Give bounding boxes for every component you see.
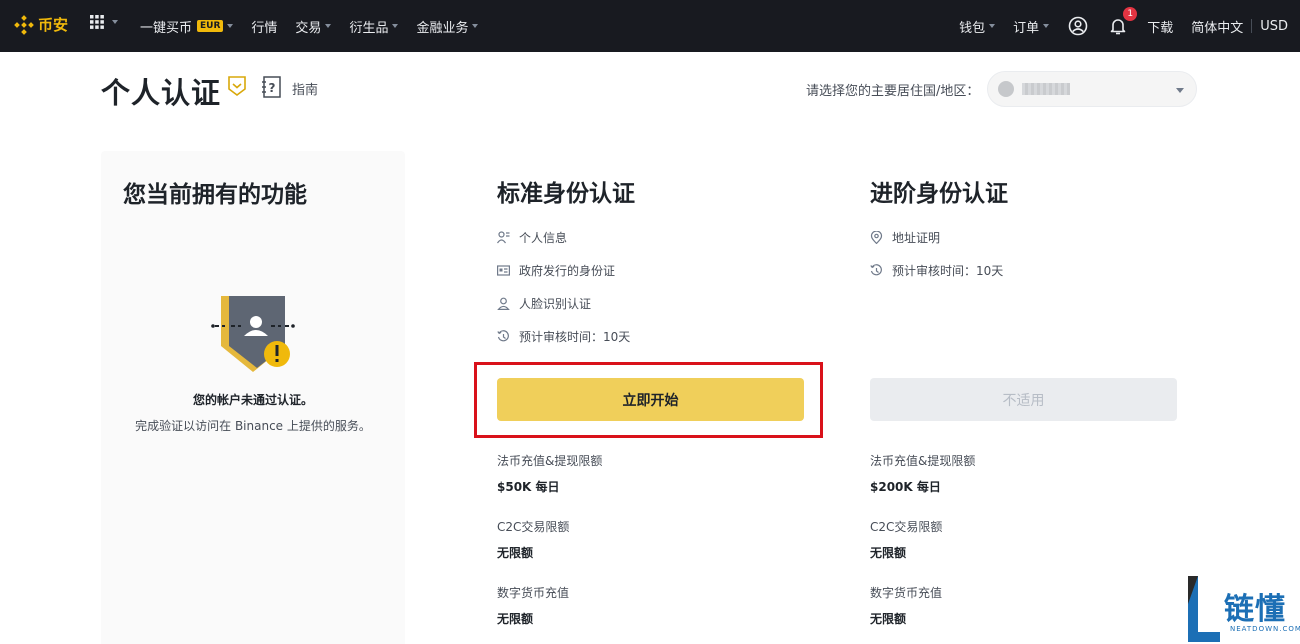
requirement-label: 人脸识别认证 [519, 297, 592, 311]
chevron-down-icon [227, 24, 234, 28]
unverified-shield-icon [211, 296, 295, 372]
country-flag-icon [998, 81, 1014, 97]
nav-item-label: 行情 [251, 20, 278, 36]
not-applicable-button: 不适用 [870, 378, 1177, 421]
limit-value: $50K 每日 [497, 480, 560, 494]
notification-count-badge: 1 [1123, 7, 1138, 21]
nav-wallet[interactable]: 钱包 [959, 17, 996, 36]
id-card-icon [497, 265, 510, 276]
verification-status-title: 您的帐户未通过认证。 [192, 393, 313, 407]
watermark-text: 链懂 [1224, 592, 1286, 627]
limit-label: C2C交易限额 [497, 520, 570, 534]
personal-info-icon [497, 231, 510, 244]
user-circle-icon [1068, 16, 1088, 36]
country-name-redacted [1022, 83, 1070, 95]
limit-value: 无限额 [497, 546, 534, 560]
requirement-item: 人脸识别认证 [497, 295, 591, 312]
location-pin-icon [870, 231, 883, 244]
chevron-down-icon [325, 24, 332, 28]
current-features-title: 您当前拥有的功能 [123, 182, 307, 208]
limit-label: 数字货币充值 [870, 586, 943, 600]
binance-logo-icon [14, 14, 34, 35]
currency-selector[interactable]: USD [1260, 19, 1288, 34]
requirement-item: 地址证明 [870, 229, 940, 246]
requirement-label: 预计审核时间：10天 [892, 264, 1004, 278]
nav-finance[interactable]: 金融业务 [416, 17, 479, 36]
chevron-down-icon [112, 20, 118, 24]
requirement-item: 预计审核时间：10天 [497, 328, 630, 345]
requirement-item: 个人信息 [497, 229, 567, 246]
requirement-label: 地址证明 [892, 231, 941, 245]
requirement-item: 政府发行的身份证 [497, 262, 615, 279]
logo-text: 币安 [38, 16, 69, 34]
limit-label: 法币充值&提现限额 [497, 454, 603, 468]
divider [1251, 19, 1253, 33]
nav-orders[interactable]: 订单 [1013, 17, 1050, 36]
language-selector[interactable]: 简体中文 [1191, 17, 1243, 36]
requirement-label: 政府发行的身份证 [519, 264, 616, 278]
nav-item-label: 简体中文 [1191, 20, 1244, 36]
nav-item-label: 交易 [295, 20, 322, 36]
nav-derivatives[interactable]: 衍生品 [349, 17, 399, 36]
clock-icon [497, 330, 509, 342]
current-features-card: 您当前拥有的功能 您的帐户未通过认证。 完成验证以访问在 Binance 上提供… [101, 151, 405, 644]
nav-right: 钱包 订单 1 下载 简体中文 USD [941, 0, 1288, 52]
face-recognition-icon [497, 297, 510, 310]
clock-icon [870, 264, 882, 276]
advanced-verification-title: 进阶身份认证 [870, 181, 1008, 207]
nav-item-label: 订单 [1013, 20, 1040, 36]
nav-download[interactable]: 下载 [1147, 17, 1173, 36]
nav-item-label: 金融业务 [416, 20, 469, 36]
top-navigation: 币安 一键买币 EUR 行情 交易 衍生品 金融业务 钱包 订单 1 下载 简体… [0, 0, 1300, 52]
nav-item-label: 钱包 [959, 20, 986, 36]
verification-status-description: 完成验证以访问在 Binance 上提供的服务。 [135, 419, 371, 433]
requirement-item: 预计审核时间：10天 [870, 262, 1003, 279]
country-select[interactable] [987, 71, 1197, 107]
requirement-label: 个人信息 [519, 231, 568, 245]
guide-icon[interactable]: ? [262, 76, 282, 98]
nav-trade[interactable]: 交易 [295, 17, 332, 36]
limit-label: 法币充值&提现限额 [870, 454, 976, 468]
chevron-down-icon [1043, 24, 1050, 28]
main-nav: 一键买币 EUR 行情 交易 衍生品 金融业务 [140, 0, 496, 52]
currency-badge: EUR [197, 20, 224, 32]
verification-shield-icon [228, 76, 246, 96]
chevron-down-icon [989, 24, 996, 28]
nav-item-label: USD [1260, 18, 1288, 34]
nav-item-label: 衍生品 [349, 20, 389, 36]
nav-item-label: 下载 [1147, 20, 1174, 36]
nav-buy-crypto[interactable]: 一键买币 EUR [140, 17, 234, 36]
requirement-label: 预计审核时间：10天 [519, 330, 631, 344]
limit-label: 数字货币充值 [497, 586, 570, 600]
watermark-subtext: NEATDOWN.COM [1230, 625, 1300, 633]
limit-value: $200K 每日 [870, 480, 941, 494]
apps-grid-icon [90, 15, 104, 29]
guide-link[interactable]: 指南 [292, 79, 318, 98]
account-button[interactable] [1067, 15, 1089, 37]
limit-value: 无限额 [870, 612, 907, 626]
chevron-down-icon [472, 24, 479, 28]
binance-logo[interactable]: 币安 [14, 14, 68, 35]
limit-value: 无限额 [870, 546, 907, 560]
apps-menu-button[interactable] [90, 15, 118, 29]
limit-label: C2C交易限额 [870, 520, 943, 534]
standard-verification-title: 标准身份认证 [497, 181, 635, 207]
chevron-down-icon [1176, 88, 1184, 93]
chevron-down-icon [392, 24, 399, 28]
country-label: 请选择您的主要居住国/地区： [806, 84, 980, 99]
highlight-annotation-box [474, 362, 823, 438]
svg-text:?: ? [269, 81, 276, 95]
nav-markets[interactable]: 行情 [251, 17, 277, 36]
notifications-button[interactable]: 1 [1107, 7, 1138, 37]
limit-value: 无限额 [497, 612, 534, 626]
nav-item-label: 一键买币 [140, 20, 193, 36]
page-title: 个人认证 [101, 76, 222, 110]
